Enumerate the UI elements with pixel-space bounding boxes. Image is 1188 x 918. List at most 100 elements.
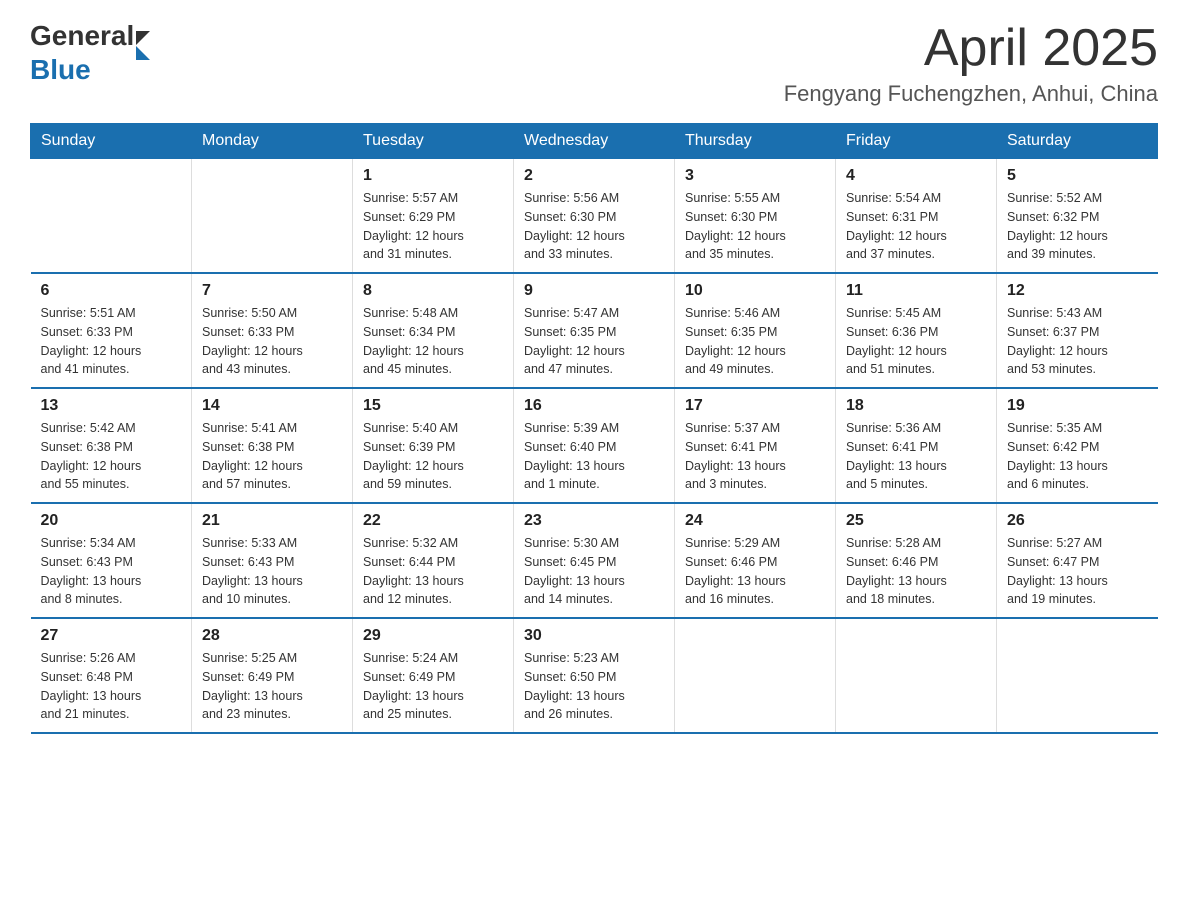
- calendar-cell: 4Sunrise: 5:54 AM Sunset: 6:31 PM Daylig…: [836, 159, 997, 274]
- calendar-cell: 30 Sunrise: 5:23 AM Sunset: 6:50 PM Dayli…: [514, 618, 675, 733]
- weekday-header-sunday: Sunday: [31, 124, 192, 159]
- day-number: 8: [363, 282, 503, 300]
- calendar-cell: 28 Sunrise: 5:25 AM Sunset: 6:49 PM Dayli…: [192, 618, 353, 733]
- calendar-week-row: 1Sunrise: 5:57 AM Sunset: 6:29 PM Daylig…: [31, 159, 1158, 274]
- calendar-cell: 5 Sunrise: 5:52 AM Sunset: 6:32 PM Daylig…: [997, 159, 1158, 274]
- logo: General Blue: [30, 20, 150, 86]
- logo-icon: General Blue: [30, 20, 150, 86]
- day-number: 14: [202, 397, 342, 415]
- day-number: 16: [524, 397, 664, 415]
- day-info: Sunrise: 5:56 AM Sunset: 6:30 PM Dayligh…: [524, 189, 664, 264]
- day-number: 26: [1007, 512, 1148, 530]
- day-info: Sunrise: 5:45 AM Sunset: 6:36 PM Dayligh…: [846, 304, 986, 379]
- day-info: Sunrise: 5:27 AM Sunset: 6:47 PM Dayligh…: [1007, 534, 1148, 609]
- day-info: Sunrise: 5:34 AM Sunset: 6:43 PM Dayligh…: [41, 534, 182, 609]
- month-title: April 2025: [784, 20, 1158, 77]
- day-number: 6: [41, 282, 182, 300]
- day-info: Sunrise: 5:33 AM Sunset: 6:43 PM Dayligh…: [202, 534, 342, 609]
- calendar-cell: [836, 618, 997, 733]
- calendar-header: SundayMondayTuesdayWednesdayThursdayFrid…: [31, 124, 1158, 159]
- day-info: Sunrise: 5:26 AM Sunset: 6:48 PM Dayligh…: [41, 649, 182, 724]
- day-info: Sunrise: 5:28 AM Sunset: 6:46 PM Dayligh…: [846, 534, 986, 609]
- day-number: 22: [363, 512, 503, 530]
- day-info: Sunrise: 5:32 AM Sunset: 6:44 PM Dayligh…: [363, 534, 503, 609]
- calendar-week-row: 13 Sunrise: 5:42 AM Sunset: 6:38 PM Dayli…: [31, 388, 1158, 503]
- day-number: 1: [363, 167, 503, 185]
- day-info: Sunrise: 5:50 AM Sunset: 6:33 PM Dayligh…: [202, 304, 342, 379]
- day-info: Sunrise: 5:55 AM Sunset: 6:30 PM Dayligh…: [685, 189, 825, 264]
- day-number: 5: [1007, 167, 1148, 185]
- calendar-cell: [192, 159, 353, 274]
- calendar-cell: 18Sunrise: 5:36 AM Sunset: 6:41 PM Dayli…: [836, 388, 997, 503]
- day-number: 2: [524, 167, 664, 185]
- day-number: 27: [41, 627, 182, 645]
- day-info: Sunrise: 5:47 AM Sunset: 6:35 PM Dayligh…: [524, 304, 664, 379]
- day-number: 29: [363, 627, 503, 645]
- page-header: General Blue April 2025 Fengyang Fucheng…: [30, 20, 1158, 107]
- day-number: 3: [685, 167, 825, 185]
- day-number: 25: [846, 512, 986, 530]
- calendar-cell: 6 Sunrise: 5:51 AM Sunset: 6:33 PM Daylig…: [31, 273, 192, 388]
- location-title: Fengyang Fuchengzhen, Anhui, China: [784, 81, 1158, 107]
- day-number: 19: [1007, 397, 1148, 415]
- calendar-cell: 17 Sunrise: 5:37 AM Sunset: 6:41 PM Dayli…: [675, 388, 836, 503]
- day-info: Sunrise: 5:23 AM Sunset: 6:50 PM Dayligh…: [524, 649, 664, 724]
- calendar-cell: 14 Sunrise: 5:41 AM Sunset: 6:38 PM Dayli…: [192, 388, 353, 503]
- calendar-cell: 19Sunrise: 5:35 AM Sunset: 6:42 PM Dayli…: [997, 388, 1158, 503]
- calendar-cell: 22 Sunrise: 5:32 AM Sunset: 6:44 PM Dayli…: [353, 503, 514, 618]
- day-info: Sunrise: 5:37 AM Sunset: 6:41 PM Dayligh…: [685, 419, 825, 494]
- day-info: Sunrise: 5:41 AM Sunset: 6:38 PM Dayligh…: [202, 419, 342, 494]
- calendar-cell: 26 Sunrise: 5:27 AM Sunset: 6:47 PM Dayli…: [997, 503, 1158, 618]
- calendar-cell: 20 Sunrise: 5:34 AM Sunset: 6:43 PM Dayli…: [31, 503, 192, 618]
- calendar-cell: 3 Sunrise: 5:55 AM Sunset: 6:30 PM Daylig…: [675, 159, 836, 274]
- day-info: Sunrise: 5:43 AM Sunset: 6:37 PM Dayligh…: [1007, 304, 1148, 379]
- calendar-cell: 27 Sunrise: 5:26 AM Sunset: 6:48 PM Dayli…: [31, 618, 192, 733]
- day-number: 11: [846, 282, 986, 300]
- weekday-header-saturday: Saturday: [997, 124, 1158, 159]
- calendar-cell: [675, 618, 836, 733]
- calendar-week-row: 20 Sunrise: 5:34 AM Sunset: 6:43 PM Dayli…: [31, 503, 1158, 618]
- calendar-cell: 29Sunrise: 5:24 AM Sunset: 6:49 PM Dayli…: [353, 618, 514, 733]
- day-number: 30: [524, 627, 664, 645]
- day-number: 13: [41, 397, 182, 415]
- weekday-header-wednesday: Wednesday: [514, 124, 675, 159]
- title-block: April 2025 Fengyang Fuchengzhen, Anhui, …: [784, 20, 1158, 107]
- day-number: 15: [363, 397, 503, 415]
- day-info: Sunrise: 5:42 AM Sunset: 6:38 PM Dayligh…: [41, 419, 182, 494]
- weekday-header-monday: Monday: [192, 124, 353, 159]
- calendar-cell: 23Sunrise: 5:30 AM Sunset: 6:45 PM Dayli…: [514, 503, 675, 618]
- calendar-cell: 15 Sunrise: 5:40 AM Sunset: 6:39 PM Dayli…: [353, 388, 514, 503]
- day-number: 24: [685, 512, 825, 530]
- calendar-week-row: 6 Sunrise: 5:51 AM Sunset: 6:33 PM Daylig…: [31, 273, 1158, 388]
- day-number: 7: [202, 282, 342, 300]
- calendar-cell: [31, 159, 192, 274]
- day-number: 17: [685, 397, 825, 415]
- day-info: Sunrise: 5:51 AM Sunset: 6:33 PM Dayligh…: [41, 304, 182, 379]
- day-number: 4: [846, 167, 986, 185]
- day-number: 28: [202, 627, 342, 645]
- calendar-cell: 25 Sunrise: 5:28 AM Sunset: 6:46 PM Dayli…: [836, 503, 997, 618]
- day-info: Sunrise: 5:36 AM Sunset: 6:41 PM Dayligh…: [846, 419, 986, 494]
- weekday-header-tuesday: Tuesday: [353, 124, 514, 159]
- day-info: Sunrise: 5:29 AM Sunset: 6:46 PM Dayligh…: [685, 534, 825, 609]
- calendar-cell: 24 Sunrise: 5:29 AM Sunset: 6:46 PM Dayli…: [675, 503, 836, 618]
- day-number: 21: [202, 512, 342, 530]
- calendar-cell: 2 Sunrise: 5:56 AM Sunset: 6:30 PM Daylig…: [514, 159, 675, 274]
- logo-general-text: General: [30, 20, 134, 52]
- calendar-cell: [997, 618, 1158, 733]
- logo-blue-text: Blue: [30, 54, 91, 86]
- day-info: Sunrise: 5:25 AM Sunset: 6:49 PM Dayligh…: [202, 649, 342, 724]
- day-number: 10: [685, 282, 825, 300]
- calendar-cell: 12Sunrise: 5:43 AM Sunset: 6:37 PM Dayli…: [997, 273, 1158, 388]
- day-info: Sunrise: 5:52 AM Sunset: 6:32 PM Dayligh…: [1007, 189, 1148, 264]
- day-info: Sunrise: 5:40 AM Sunset: 6:39 PM Dayligh…: [363, 419, 503, 494]
- day-info: Sunrise: 5:39 AM Sunset: 6:40 PM Dayligh…: [524, 419, 664, 494]
- calendar-cell: 1Sunrise: 5:57 AM Sunset: 6:29 PM Daylig…: [353, 159, 514, 274]
- day-number: 20: [41, 512, 182, 530]
- day-number: 9: [524, 282, 664, 300]
- calendar-cell: 9 Sunrise: 5:47 AM Sunset: 6:35 PM Daylig…: [514, 273, 675, 388]
- weekday-header-friday: Friday: [836, 124, 997, 159]
- calendar-cell: 11 Sunrise: 5:45 AM Sunset: 6:36 PM Dayli…: [836, 273, 997, 388]
- weekday-header-row: SundayMondayTuesdayWednesdayThursdayFrid…: [31, 124, 1158, 159]
- calendar-cell: 8Sunrise: 5:48 AM Sunset: 6:34 PM Daylig…: [353, 273, 514, 388]
